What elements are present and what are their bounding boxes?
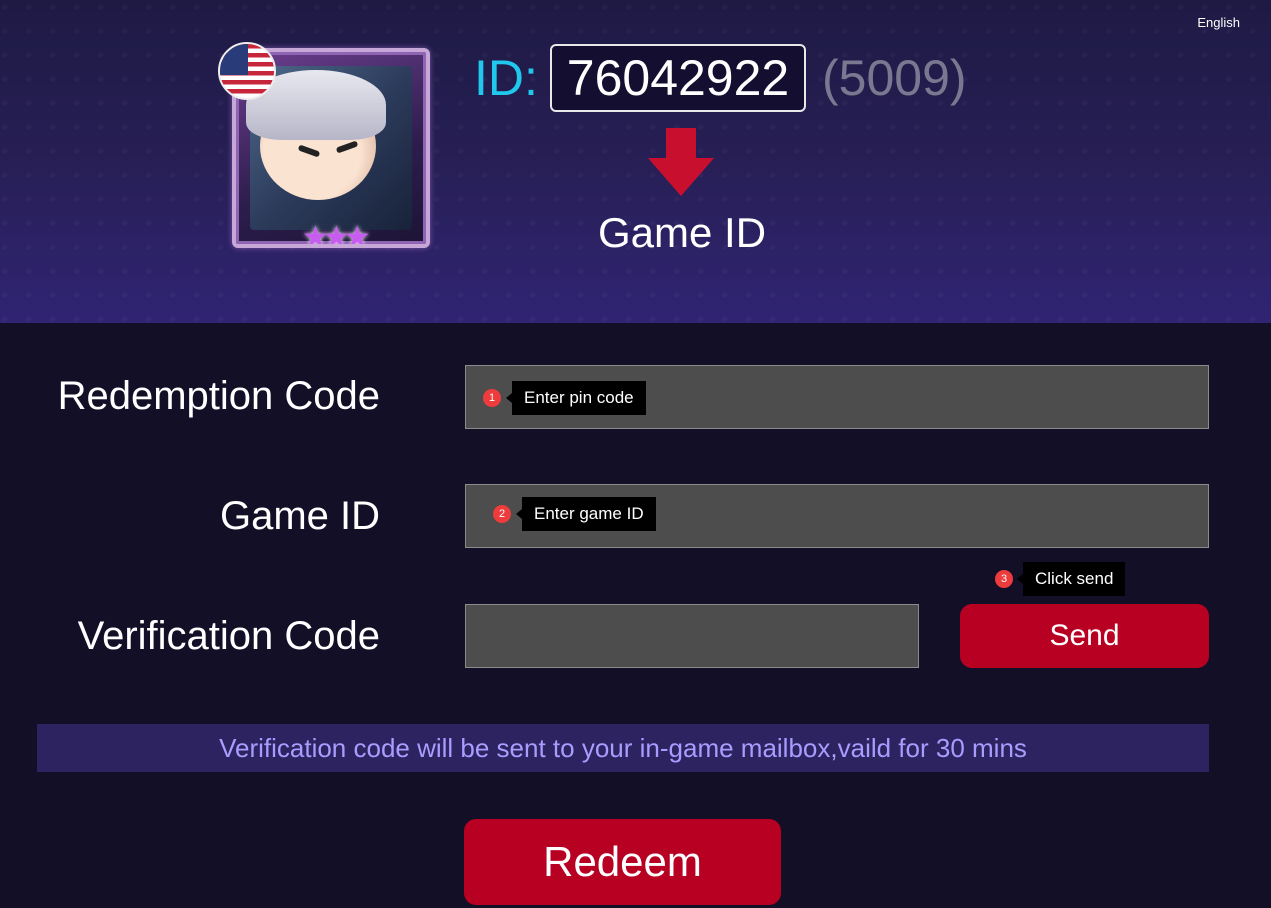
down-arrow-icon (648, 128, 714, 196)
verification-code-field[interactable] (465, 604, 919, 668)
id-label: ID: (474, 50, 538, 106)
verification-code-input[interactable] (466, 605, 918, 667)
game-id-caption: Game ID (598, 209, 767, 256)
tooltip-click-send: Click send (1016, 562, 1126, 596)
us-flag-icon (218, 42, 276, 100)
verification-notice: Verification code will be sent to your i… (37, 724, 1209, 772)
step-badge-1: 1 (483, 389, 501, 407)
zone-id-display: (5009) (822, 50, 967, 106)
flag-canton (220, 44, 248, 75)
header-banner: English ★★★ ID: 76042922 (5009) Game ID (0, 0, 1271, 323)
tooltip-enter-pin: Enter pin code (506, 381, 646, 415)
step-badge-2: 2 (493, 505, 511, 523)
language-selector[interactable]: English (1197, 15, 1240, 30)
step-badge-3: 3 (995, 570, 1013, 588)
star-icon: ★★★ (302, 221, 371, 248)
verification-code-label: Verification Code (77, 614, 380, 658)
game-id-label: Game ID (219, 494, 380, 538)
redeem-button[interactable]: Redeem (464, 819, 781, 905)
game-id-display: 76042922 (550, 44, 806, 112)
tooltip-enter-game-id: Enter game ID (516, 497, 656, 531)
send-button[interactable]: Send (960, 604, 1209, 668)
redemption-code-label: Redemption Code (57, 374, 380, 418)
